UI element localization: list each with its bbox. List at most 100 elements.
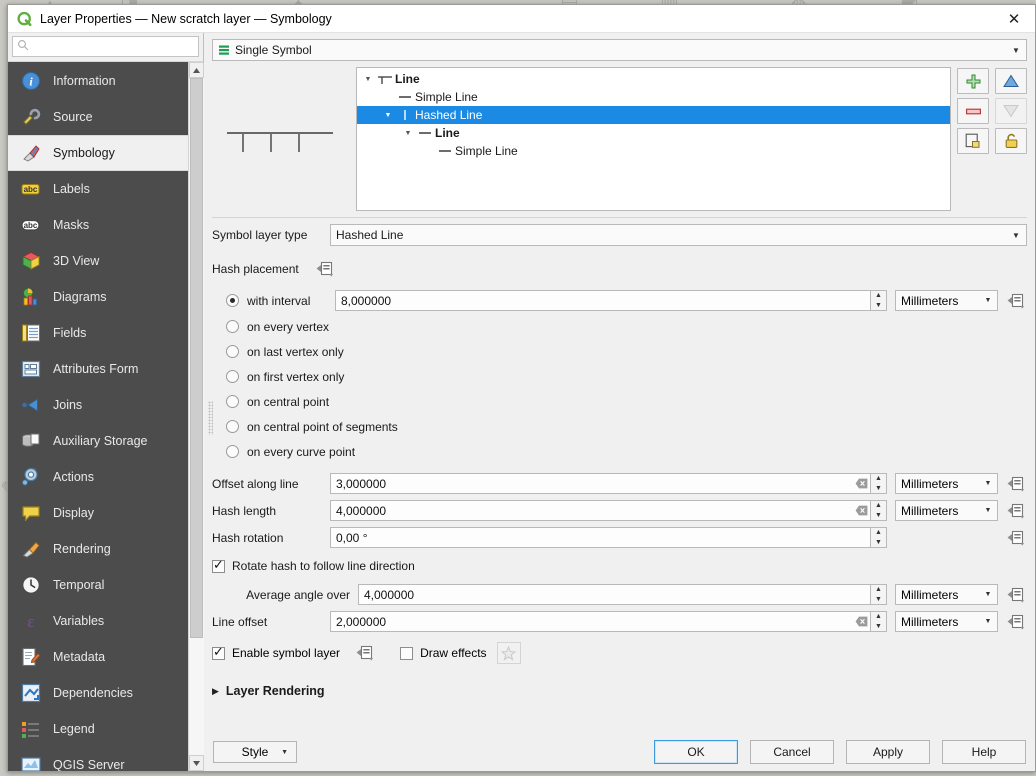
layer-rendering-section[interactable]: ▶ Layer Rendering bbox=[212, 684, 1027, 698]
sidebar-item-source[interactable]: Source bbox=[8, 99, 188, 135]
hash-placement-radio[interactable] bbox=[226, 294, 239, 307]
sidebar-item-metadata[interactable]: Metadata bbox=[8, 639, 188, 675]
average-angle-unit-combo[interactable]: Millimeters ▼ bbox=[895, 584, 998, 605]
chevron-down-icon[interactable]: ▼ bbox=[381, 112, 395, 119]
sidebar-item-masks[interactable]: abcMasks bbox=[8, 207, 188, 243]
sidebar-item-fields[interactable]: Fields bbox=[8, 315, 188, 351]
hash-placement-option[interactable]: on central point bbox=[212, 389, 1027, 414]
sidebar-item-labels[interactable]: abcLabels bbox=[8, 171, 188, 207]
sidebar-item-auxiliary-storage[interactable]: Auxiliary Storage bbox=[8, 423, 188, 459]
stepper-up-icon[interactable]: ▲ bbox=[871, 612, 886, 622]
splitter-handle[interactable] bbox=[208, 401, 213, 435]
stepper-up-icon[interactable]: ▲ bbox=[871, 501, 886, 511]
stepper-up-icon[interactable]: ▲ bbox=[871, 528, 886, 538]
offset-along-line-input[interactable]: 3,000000 bbox=[330, 473, 871, 494]
hash-length-stepper[interactable]: ▲▼ bbox=[871, 500, 887, 521]
hash-placement-option[interactable]: on central point of segments bbox=[212, 414, 1027, 439]
star-effects-icon[interactable] bbox=[497, 642, 521, 664]
hash-rotation-stepper[interactable]: ▲▼ bbox=[871, 527, 887, 548]
sidebar-item-variables[interactable]: εVariables bbox=[8, 603, 188, 639]
offset-along-line-stepper[interactable]: ▲▼ bbox=[871, 473, 887, 494]
sidebar-item-legend[interactable]: Legend bbox=[8, 711, 188, 747]
sidebar-scrollbar[interactable] bbox=[188, 62, 203, 771]
draw-effects-checkbox[interactable] bbox=[400, 647, 413, 660]
stepper-down-icon[interactable]: ▼ bbox=[871, 511, 886, 521]
clear-icon[interactable] bbox=[852, 616, 870, 627]
move-up-button[interactable] bbox=[995, 68, 1027, 94]
sidebar-item-symbology[interactable]: Symbology bbox=[8, 135, 188, 171]
search-box[interactable] bbox=[12, 36, 199, 57]
data-defined-override-icon[interactable] bbox=[1005, 611, 1027, 632]
sidebar-item-attributes-form[interactable]: Attributes Form bbox=[8, 351, 188, 387]
rotate-hash-row[interactable]: Rotate hash to follow line direction bbox=[212, 554, 1027, 578]
sidebar-item-display[interactable]: Display bbox=[8, 495, 188, 531]
stepper-up-icon[interactable]: ▲ bbox=[871, 474, 886, 484]
line-offset-stepper[interactable]: ▲ ▼ bbox=[871, 611, 887, 632]
hash-placement-radio[interactable] bbox=[226, 445, 239, 458]
search-input[interactable] bbox=[33, 39, 194, 55]
stepper-down-icon[interactable]: ▼ bbox=[871, 301, 886, 311]
stepper-down-icon[interactable]: ▼ bbox=[871, 595, 886, 605]
line-offset-input[interactable]: 2,000000 bbox=[330, 611, 871, 632]
hash-placement-radio[interactable] bbox=[226, 395, 239, 408]
style-button[interactable]: Style ▼ bbox=[213, 741, 297, 763]
symbol-layer-type-combo[interactable]: Hashed Line ▼ bbox=[330, 224, 1027, 246]
sidebar-item-joins[interactable]: Joins bbox=[8, 387, 188, 423]
apply-button[interactable]: Apply bbox=[846, 740, 930, 764]
move-down-button[interactable] bbox=[995, 98, 1027, 124]
hash-placement-radio[interactable] bbox=[226, 345, 239, 358]
stepper-up-icon[interactable]: ▲ bbox=[871, 291, 886, 301]
hash-placement-radio[interactable] bbox=[226, 320, 239, 333]
sidebar-item-temporal[interactable]: Temporal bbox=[8, 567, 188, 603]
symbol-tree-row[interactable]: ▼Hashed Line bbox=[357, 106, 950, 124]
data-defined-override-icon[interactable] bbox=[314, 258, 336, 279]
data-defined-override-icon[interactable] bbox=[1005, 290, 1027, 311]
data-defined-override-icon[interactable] bbox=[1005, 527, 1027, 548]
hash-placement-option[interactable]: on every vertex bbox=[212, 314, 1027, 339]
sidebar-item-information[interactable]: iInformation bbox=[8, 63, 188, 99]
scroll-down-arrow-icon[interactable] bbox=[189, 755, 204, 771]
rotate-hash-checkbox[interactable] bbox=[212, 560, 225, 573]
sidebar-item-actions[interactable]: Actions bbox=[8, 459, 188, 495]
sidebar-item-rendering[interactable]: Rendering bbox=[8, 531, 188, 567]
duplicate-layer-button[interactable] bbox=[957, 128, 989, 154]
stepper-down-icon[interactable]: ▼ bbox=[871, 538, 886, 548]
hash-placement-radio[interactable] bbox=[226, 370, 239, 383]
close-icon[interactable]: ✕ bbox=[997, 6, 1031, 32]
scrollbar-thumb[interactable] bbox=[190, 78, 203, 638]
average-angle-stepper[interactable]: ▲ ▼ bbox=[871, 584, 887, 605]
offset-along-line-unit-combo[interactable]: Millimeters▼ bbox=[895, 473, 998, 494]
hash-placement-option[interactable]: on first vertex only bbox=[212, 364, 1027, 389]
average-angle-input[interactable]: 4,000000 bbox=[358, 584, 871, 605]
line-offset-unit-combo[interactable]: Millimeters ▼ bbox=[895, 611, 998, 632]
chevron-down-icon[interactable]: ▼ bbox=[401, 130, 415, 137]
sidebar-item-qgis-server[interactable]: QGIS Server bbox=[8, 747, 188, 771]
interval-unit-combo[interactable]: Millimeters▼ bbox=[895, 290, 998, 311]
sidebar-item-dependencies[interactable]: Dependencies bbox=[8, 675, 188, 711]
interval-stepper[interactable]: ▲▼ bbox=[871, 290, 887, 311]
scrollbar-track[interactable] bbox=[189, 78, 204, 755]
remove-symbol-layer-button[interactable] bbox=[957, 98, 989, 124]
symbol-tree-row[interactable]: ▼Line bbox=[357, 70, 950, 88]
symbol-layer-tree[interactable]: ▼LineSimple Line▼Hashed Line▼LineSimple … bbox=[356, 67, 951, 211]
interval-input[interactable]: 8,000000 bbox=[335, 290, 871, 311]
stepper-up-icon[interactable]: ▲ bbox=[871, 585, 886, 595]
symbol-tree-row[interactable]: Simple Line bbox=[357, 142, 950, 160]
add-symbol-layer-button[interactable] bbox=[957, 68, 989, 94]
hash-rotation-input[interactable]: 0,00 ° bbox=[330, 527, 871, 548]
hash-length-input[interactable]: 4,000000 bbox=[330, 500, 871, 521]
lock-layer-button[interactable] bbox=[995, 128, 1027, 154]
renderer-type-combo[interactable]: Single Symbol ▼ bbox=[212, 39, 1027, 61]
ok-button[interactable]: OK bbox=[654, 740, 738, 764]
clear-icon[interactable] bbox=[852, 505, 870, 516]
data-defined-override-icon[interactable] bbox=[1005, 584, 1027, 605]
stepper-down-icon[interactable]: ▼ bbox=[871, 622, 886, 632]
hash-placement-option[interactable]: on every curve point bbox=[212, 439, 1027, 464]
data-defined-override-icon[interactable] bbox=[1005, 500, 1027, 521]
scroll-up-arrow-icon[interactable] bbox=[189, 62, 204, 78]
symbol-tree-row[interactable]: ▼Line bbox=[357, 124, 950, 142]
hash-placement-option[interactable]: on last vertex only bbox=[212, 339, 1027, 364]
stepper-down-icon[interactable]: ▼ bbox=[871, 484, 886, 494]
hash-placement-radio[interactable] bbox=[226, 420, 239, 433]
cancel-button[interactable]: Cancel bbox=[750, 740, 834, 764]
